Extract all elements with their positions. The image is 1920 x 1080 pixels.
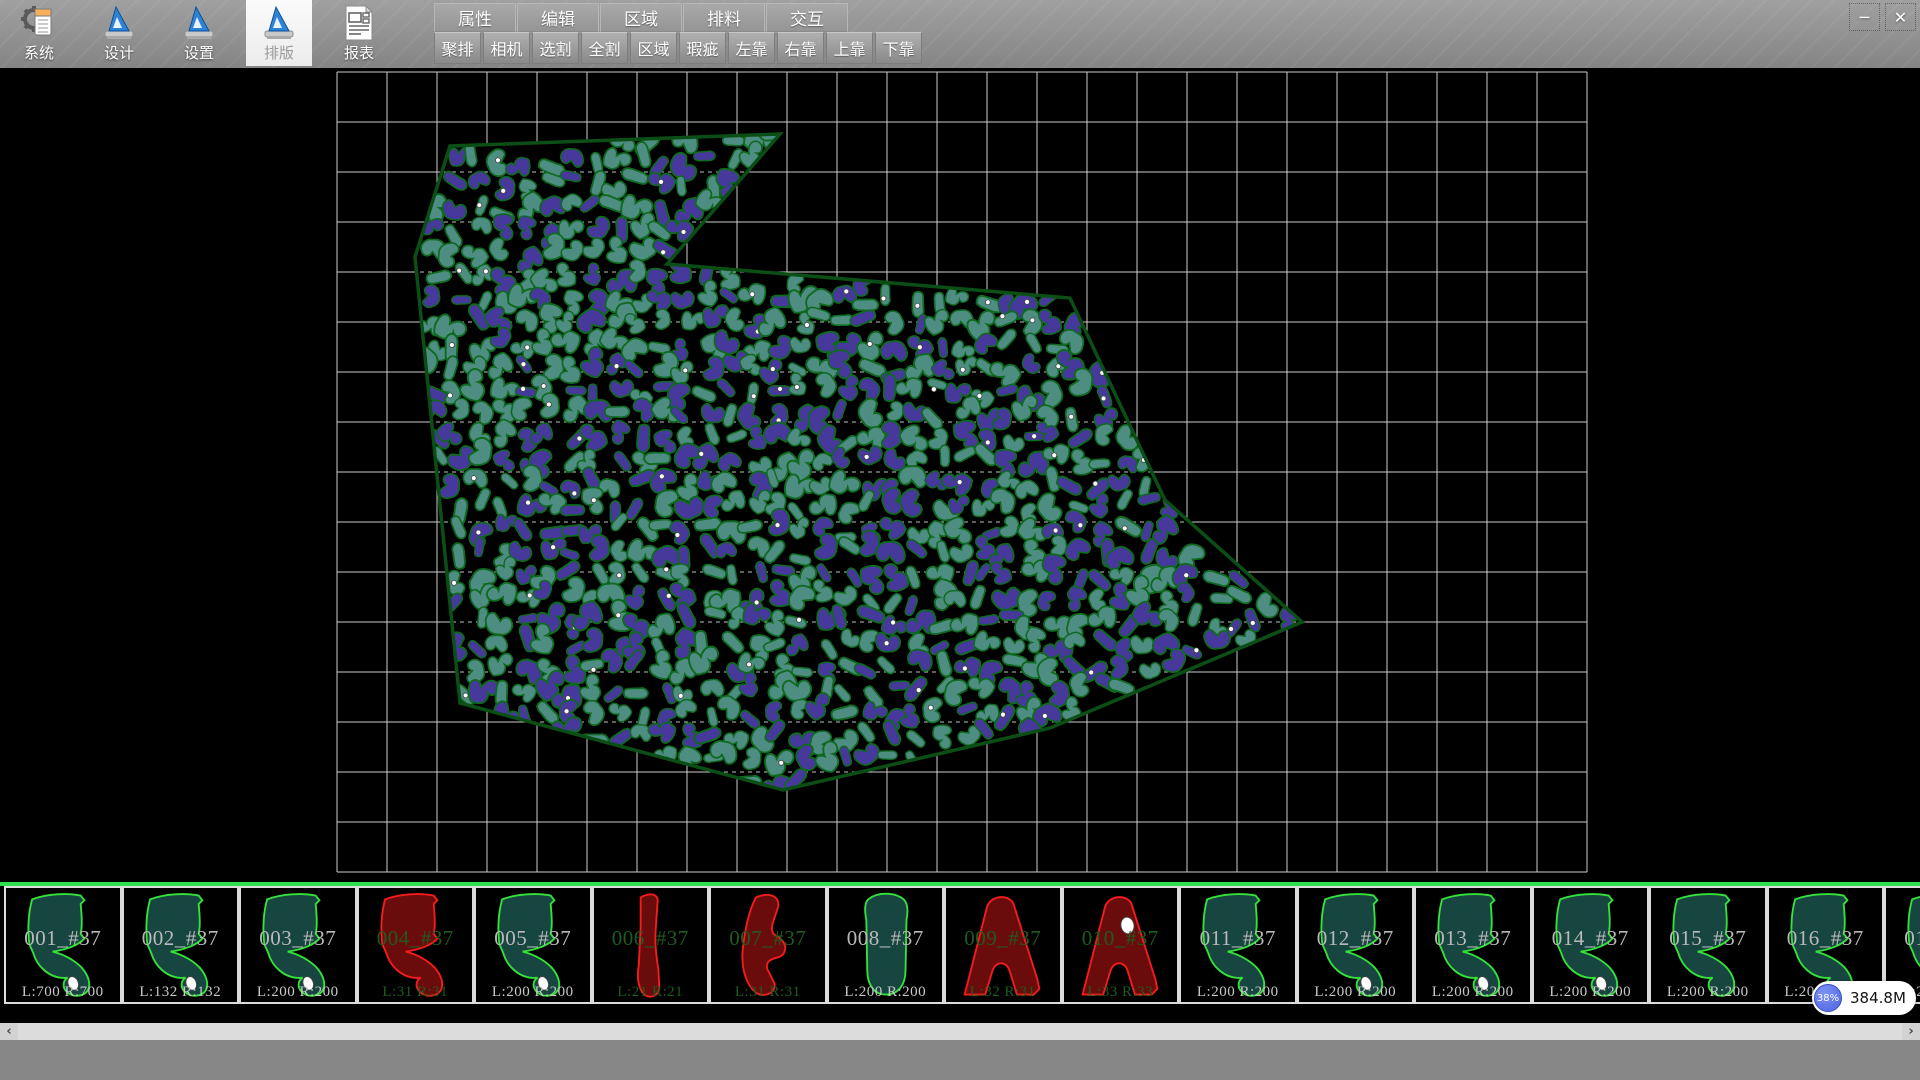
tab-system[interactable]: 系统	[6, 0, 72, 66]
set-square-icon	[99, 3, 139, 43]
tool-snap-up[interactable]: 上靠	[826, 32, 873, 64]
gear-papers-icon	[19, 3, 59, 43]
piece-thumbnail[interactable]: 013_#37 L:200 R:200	[1414, 886, 1532, 1004]
piece-name: 015_#37	[1651, 926, 1765, 951]
menu-properties[interactable]: 属性	[434, 3, 516, 32]
piece-lr-count: L:200 R:200	[1181, 984, 1295, 1001]
piece-name: 004_#37	[359, 926, 473, 951]
piece-name: 007_#37	[711, 926, 825, 951]
tab-report[interactable]: 报表	[326, 0, 392, 66]
tab-settings[interactable]: 设置	[166, 0, 232, 66]
piece-name: 006_#37	[594, 926, 708, 951]
progress-badge: 38%	[1814, 984, 1842, 1012]
tool-cut-all[interactable]: 全割	[581, 32, 628, 64]
tab-layout[interactable]: 排版	[246, 0, 312, 66]
scroll-right-button[interactable]: ›	[1902, 1023, 1920, 1040]
set-square-icon	[179, 3, 219, 43]
tab-label: 报表	[344, 46, 374, 61]
piece-name: 002_#37	[124, 926, 238, 951]
tab-label: 设计	[104, 46, 134, 61]
piece-name: 013_#37	[1416, 926, 1530, 951]
memory-usage: 384.8M	[1850, 989, 1906, 1007]
piece-lr-count: L:200 R:200	[1534, 984, 1648, 1001]
piece-lr-count: L:200 R:200	[1651, 984, 1765, 1001]
piece-thumbnail[interactable]: 014_#37 L:200 R:200	[1532, 886, 1650, 1004]
piece-name: 008_#37	[829, 926, 943, 951]
piece-thumbnail[interactable]: 004_#37 L:31 R:31	[357, 886, 475, 1004]
ribbon-tools: 聚排相机选割全割区域瑕疵左靠右靠上靠下靠	[434, 32, 922, 64]
piece-name: 010_#37	[1064, 926, 1178, 951]
ribbon-menus: 属性编辑区域排料交互	[434, 3, 848, 32]
tab-label: 设置	[184, 46, 214, 61]
piece-thumbnail[interactable]: 001_#37 L:700 R:700	[4, 886, 122, 1004]
horizontal-scrollbar[interactable]: ‹ ›	[0, 1023, 1920, 1040]
piece-lr-count: L:31 R:31	[359, 984, 473, 1001]
tool-cluster-nest[interactable]: 聚排	[434, 32, 481, 64]
status-pill: 38% 384.8M	[1812, 981, 1916, 1015]
menu-nesting[interactable]: 排料	[683, 3, 765, 32]
tool-snap-right[interactable]: 右靠	[777, 32, 824, 64]
piece-lr-count: L:200 R:200	[1299, 984, 1413, 1001]
tool-select-cut[interactable]: 选割	[532, 32, 579, 64]
piece-thumbnail[interactable]: 008_#37 L:200 R:200	[827, 886, 945, 1004]
piece-name: 012_#37	[1299, 926, 1413, 951]
piece-thumbnail[interactable]: 003_#37 L:200 R:200	[239, 886, 357, 1004]
piece-lr-count: L:200 R:200	[476, 984, 590, 1001]
tab-label: 系统	[24, 46, 54, 61]
piece-thumbnail[interactable]: 012_#37 L:200 R:200	[1297, 886, 1415, 1004]
piece-thumbnail[interactable]: 006_#37 L:21 R:21	[592, 886, 710, 1004]
ribbon-big-buttons: 系统 设计 设置 排版 报表	[6, 0, 392, 66]
piece-lr-count: L:200 R:200	[241, 984, 355, 1001]
piece-lr-count: L:33 R:33	[1064, 984, 1178, 1001]
tool-snap-down[interactable]: 下靠	[875, 32, 922, 64]
tool-camera[interactable]: 相机	[483, 32, 530, 64]
piece-thumbnail[interactable]: 011_#37 L:200 R:200	[1179, 886, 1297, 1004]
piece-name: 005_#37	[476, 926, 590, 951]
report-icon	[339, 3, 379, 43]
minimize-button[interactable]: ─	[1849, 3, 1880, 31]
piece-thumbnail[interactable]: 015_#37 L:200 R:200	[1649, 886, 1767, 1004]
tool-defect[interactable]: 瑕疵	[679, 32, 726, 64]
piece-thumbnail[interactable]: 007_#37 L:31 R:31	[709, 886, 827, 1004]
piece-name: 009_#37	[946, 926, 1060, 951]
piece-lr-count: L:200 R:200	[1416, 984, 1530, 1001]
piece-thumbnail[interactable]: 009_#37 L:32 R:31	[944, 886, 1062, 1004]
piece-strip-cells: 001_#37L:700 R:700002_#37L:132 R:132003_…	[4, 886, 1920, 1006]
tab-design[interactable]: 设计	[86, 0, 152, 66]
piece-name: 016_#37	[1769, 926, 1883, 951]
tool-snap-left[interactable]: 左靠	[728, 32, 775, 64]
piece-lr-count: L:31 R:31	[711, 984, 825, 1001]
status-bar	[0, 1040, 1920, 1080]
menu-region[interactable]: 区域	[600, 3, 682, 32]
scroll-left-button[interactable]: ‹	[0, 1023, 18, 1040]
close-button[interactable]: ✕	[1885, 3, 1916, 31]
nesting-canvas[interactable]	[0, 68, 1920, 882]
piece-strip: 001_#37L:700 R:700002_#37L:132 R:132003_…	[0, 882, 1920, 1023]
piece-lr-count: L:21 R:21	[594, 984, 708, 1001]
piece-name: 014_#37	[1534, 926, 1648, 951]
piece-lr-count: L:700 R:700	[6, 984, 120, 1001]
piece-thumbnail[interactable]: 010_#37 L:33 R:33	[1062, 886, 1180, 1004]
menu-edit[interactable]: 编辑	[517, 3, 599, 32]
window-controls: ─ ✕	[1849, 3, 1916, 31]
set-square-icon	[259, 3, 299, 43]
ribbon: 系统设计设置排版报表 属性编辑区域排料交互 聚排相机选割全割区域瑕疵左靠右靠上靠…	[0, 0, 1920, 68]
piece-lr-count: L:132 R:132	[124, 984, 238, 1001]
piece-name: 001_#37	[6, 926, 120, 951]
piece-lr-count: L:200 R:200	[829, 984, 943, 1001]
piece-name: 011_#37	[1181, 926, 1295, 951]
nesting-drawing	[0, 68, 1920, 882]
piece-thumbnail[interactable]: 002_#37 L:132 R:132	[122, 886, 240, 1004]
piece-name: 003_#37	[241, 926, 355, 951]
tab-label: 排版	[264, 46, 294, 61]
piece-lr-count: L:32 R:31	[946, 984, 1060, 1001]
piece-name: 017_#37	[1886, 926, 1920, 951]
tool-zone[interactable]: 区域	[630, 32, 677, 64]
menu-interact[interactable]: 交互	[766, 3, 848, 32]
piece-thumbnail[interactable]: 005_#37 L:200 R:200	[474, 886, 592, 1004]
